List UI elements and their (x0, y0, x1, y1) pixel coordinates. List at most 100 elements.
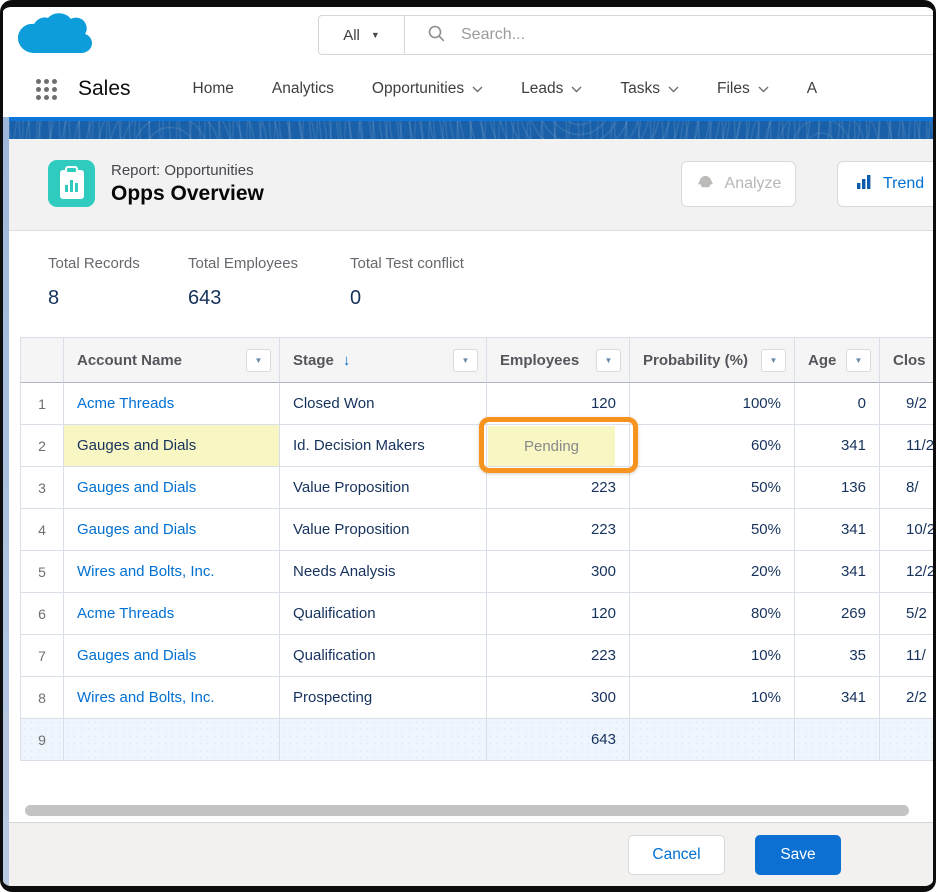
column-header-probability-[interactable]: Probability (%) ▼ (630, 337, 795, 383)
cell-close-date[interactable]: 11/2 (880, 425, 936, 467)
cell-age[interactable]: 35 (795, 635, 880, 677)
column-filter-button[interactable]: ▼ (596, 349, 621, 372)
nav-item-leads[interactable]: Leads (521, 80, 582, 98)
chevron-down-icon (758, 80, 769, 98)
cell-age[interactable]: 341 (795, 425, 880, 467)
column-label: Probability (%) (643, 352, 748, 369)
nav-item-home[interactable]: Home (193, 80, 234, 98)
row-number: 4 (20, 509, 64, 551)
nav-item-label: Leads (521, 80, 563, 98)
cell-stage[interactable]: Value Proposition (280, 509, 487, 551)
column-label: Age (808, 352, 836, 369)
analyze-button[interactable]: Analyze (681, 161, 796, 207)
cell-stage[interactable]: Qualification (280, 593, 487, 635)
nav-item-analytics[interactable]: Analytics (272, 80, 334, 98)
table-row: 1Acme ThreadsClosed Won120100%09/2 (20, 383, 936, 425)
cell-employees[interactable]: 643 (487, 719, 630, 761)
cell-account-name[interactable]: Acme Threads (64, 383, 280, 425)
nav-item-a[interactable]: A (807, 80, 817, 98)
nav-item-tasks[interactable]: Tasks (620, 80, 679, 98)
cell-account-name[interactable]: Wires and Bolts, Inc. (64, 551, 280, 593)
cell-stage[interactable]: Qualification (280, 635, 487, 677)
row-number: 3 (20, 467, 64, 509)
cell-employees[interactable]: 223 (487, 509, 630, 551)
cell-close-date[interactable]: 2/2 (880, 677, 936, 719)
cell-employees[interactable]: 300 (487, 677, 630, 719)
cell-age[interactable]: 0 (795, 383, 880, 425)
report-table: Account Name▼Stage↓▼Employees▼Probabilit… (20, 337, 936, 761)
cell-close-date[interactable]: 11/ (880, 635, 936, 677)
cell-employees[interactable]: 120 (487, 593, 630, 635)
cell-probability[interactable]: 20% (630, 551, 795, 593)
row-number: 7 (20, 635, 64, 677)
trend-button[interactable]: Trend (837, 161, 936, 207)
search-input[interactable] (459, 25, 934, 45)
cell-account-name[interactable]: Acme Threads (64, 593, 280, 635)
cell-age[interactable]: 341 (795, 551, 880, 593)
cell-probability[interactable]: 50% (630, 467, 795, 509)
cell-employees[interactable]: 223 (487, 635, 630, 677)
save-button[interactable]: Save (755, 835, 841, 875)
column-label: Stage (293, 352, 334, 369)
row-number: 2 (20, 425, 64, 467)
total-value: 643 (188, 287, 350, 310)
cell-account-name[interactable]: Wires and Bolts, Inc. (64, 677, 280, 719)
search-scope-dropdown[interactable]: All ▼ (319, 16, 405, 54)
search-scope-label: All (343, 27, 360, 44)
cell-age[interactable]: 341 (795, 677, 880, 719)
pending-value: Pending (488, 426, 615, 466)
cell-employees[interactable]: 223 (487, 467, 630, 509)
table-row: 9643 (20, 719, 936, 761)
nav-item-label: Analytics (272, 80, 334, 98)
cell-probability[interactable]: 100% (630, 383, 795, 425)
table-body: 1Acme ThreadsClosed Won120100%09/22Gauge… (20, 383, 936, 761)
column-filter-button[interactable]: ▼ (246, 349, 271, 372)
cell-close-date[interactable]: 12/2 (880, 551, 936, 593)
search-icon (427, 24, 445, 47)
column-filter-button[interactable]: ▼ (453, 349, 478, 372)
nav-item-files[interactable]: Files (717, 80, 769, 98)
cell-age[interactable]: 269 (795, 593, 880, 635)
cell-close-date[interactable]: 8/ (880, 467, 936, 509)
nav-item-opportunities[interactable]: Opportunities (372, 80, 483, 98)
column-header-employees[interactable]: Employees▼ (487, 337, 630, 383)
cell-probability[interactable]: 50% (630, 509, 795, 551)
cancel-button[interactable]: Cancel (628, 835, 725, 875)
cell-employees[interactable]: 300 (487, 551, 630, 593)
cell-account-name[interactable]: Gauges and Dials (64, 635, 280, 677)
column-header-clos[interactable]: Clos (880, 337, 936, 383)
column-header-stage[interactable]: Stage↓▼ (280, 337, 487, 383)
column-header-account-name[interactable]: Account Name▼ (64, 337, 280, 383)
cell-close-date[interactable]: 10/2 (880, 509, 936, 551)
cell-probability[interactable]: 10% (630, 677, 795, 719)
cell-stage[interactable]: Value Proposition (280, 467, 487, 509)
nav-item-label: A (807, 80, 817, 98)
cell-age[interactable]: 136 (795, 467, 880, 509)
table-row: 2Gauges and DialsId. Decision MakersPend… (20, 425, 936, 467)
cell-probability[interactable]: 10% (630, 635, 795, 677)
cell-probability[interactable]: 80% (630, 593, 795, 635)
cell-account-name[interactable]: Gauges and Dials (64, 509, 280, 551)
cell-account-name[interactable]: Gauges and Dials (64, 425, 280, 467)
cell-stage[interactable]: Prospecting (280, 677, 487, 719)
cell-stage[interactable]: Needs Analysis (280, 551, 487, 593)
chevron-down-icon (472, 80, 483, 98)
cell-employees[interactable]: 120 (487, 383, 630, 425)
column-filter-button[interactable]: ▼ (846, 349, 871, 372)
total-metric: Total Test conflict0 (350, 255, 464, 337)
app-launcher-icon[interactable] (36, 79, 57, 100)
nav-item-label: Opportunities (372, 80, 464, 98)
report-header: Report: Opportunities Opps Overview Anal… (3, 139, 933, 231)
horizontal-scrollbar[interactable] (25, 805, 909, 816)
cell-close-date[interactable]: 5/2 (880, 593, 936, 635)
cell-close-date (880, 719, 936, 761)
cell-employees-pending[interactable]: Pending (487, 425, 630, 467)
cell-close-date[interactable]: 9/2 (880, 383, 936, 425)
column-header-age[interactable]: Age ▼ (795, 337, 880, 383)
cell-stage[interactable]: Closed Won (280, 383, 487, 425)
cell-account-name[interactable]: Gauges and Dials (64, 467, 280, 509)
cell-probability[interactable]: 60% (630, 425, 795, 467)
cell-age[interactable]: 341 (795, 509, 880, 551)
cell-stage[interactable]: Id. Decision Makers (280, 425, 487, 467)
column-filter-button[interactable]: ▼ (761, 349, 786, 372)
